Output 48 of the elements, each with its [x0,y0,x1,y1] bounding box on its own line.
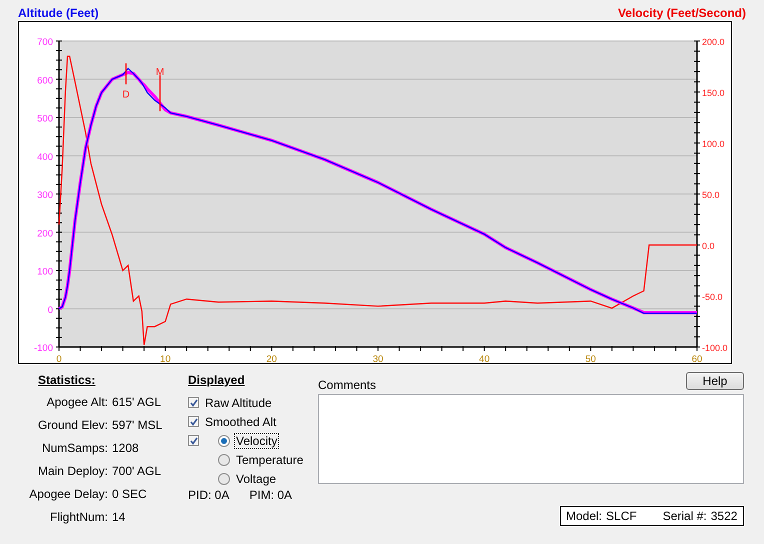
model-label: Model: [566,509,602,523]
pid-text: PID: 0A [188,488,230,502]
axis-tick-label: 10 [160,354,171,363]
comments-label: Comments [318,378,378,392]
axis-tick-label: -50.0 [702,292,723,302]
axis-tick-label: -100 [34,343,53,354]
axis-tick-label: 150.0 [702,88,725,98]
right-axis-title: Velocity (Feet/Second) [618,6,746,21]
marker-label: M [156,67,164,78]
axis-tick-label: 200.0 [702,37,725,47]
axis-tick-label: 600 [37,75,53,86]
stat-value: 615' AGL [112,395,162,409]
pim-text: PIM: 0A [249,488,292,502]
axis-tick-label: 500 [37,114,53,124]
axis-tick-label: 0.0 [702,241,715,251]
axis-tick-label: 50.0 [702,190,720,200]
axis-tick-label: 60 [692,354,702,363]
axis-tick-label: 100.0 [702,139,725,149]
axis-tick-label: 100 [37,266,53,278]
stat-label: Main Deploy: [36,464,108,478]
stat-value: 0 SEC [112,487,148,501]
stat-label: Apogee Delay: [28,487,108,501]
axis-tick-label: 20 [266,354,277,363]
statistics-heading: Statistics: [38,372,96,389]
stat-value: 700' AGL [112,464,162,478]
axis-tick-label: 200 [37,228,53,240]
marker-label: D [122,89,130,100]
stat-label: FlightNum: [48,510,108,524]
axis-tick-label: 300 [37,190,53,201]
stat-label: Ground Elev: [36,418,108,432]
axis-tick-label: 30 [372,354,384,363]
axis-tick-label: 0 [48,304,53,316]
stat-value: 1208 [112,441,140,455]
left-axis-title: Altitude (Feet) [18,6,99,21]
displayed-heading: Displayed [188,372,246,389]
axis-tick-label: 0 [56,354,62,363]
stat-label: Apogee Alt: [46,395,108,409]
axis-tick-label: 700 [37,37,53,48]
axis-tick-label: 40 [479,354,490,363]
serial-value: 3522 [710,509,738,523]
axis-tick-label: 400 [37,152,53,163]
stat-value: 597' MSL [112,418,164,432]
axis-tick-label: 50 [585,354,596,363]
model-value: SLCF [606,509,637,523]
stat-value: 14 [112,510,126,524]
serial-label: Serial #: [662,509,707,523]
axis-tick-label: -100.0 [702,343,728,353]
stat-label: NumSamps: [40,441,108,455]
